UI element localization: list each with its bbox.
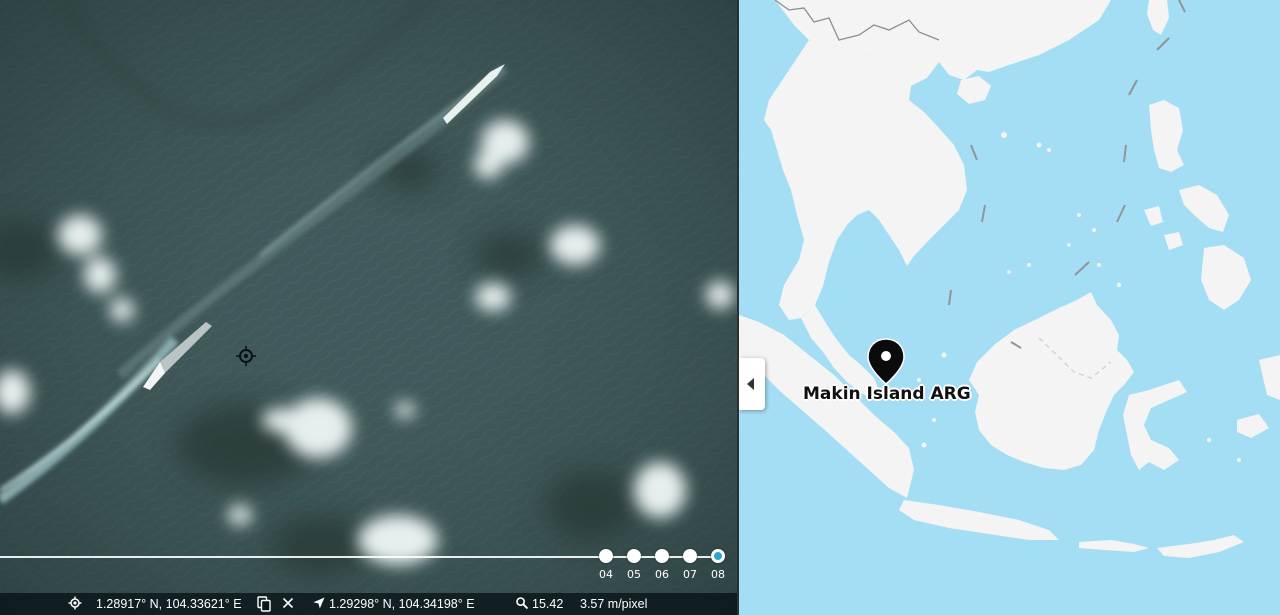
timeline-dot-active[interactable] bbox=[711, 549, 725, 563]
timeline-date-label: 08 bbox=[711, 568, 725, 581]
location-target-icon bbox=[68, 596, 82, 610]
map-pin-icon[interactable] bbox=[866, 337, 906, 387]
satellite-view[interactable]: 04 05 06 07 08 1.28917° N, 104.33621° E bbox=[0, 0, 737, 615]
timeline-dot[interactable] bbox=[683, 549, 697, 563]
zoom-magnifier-icon bbox=[515, 596, 529, 610]
southeast-asia-map[interactable] bbox=[739, 0, 1280, 615]
navigation-arrow-icon bbox=[312, 596, 326, 610]
timeline-date-08[interactable]: 08 bbox=[706, 548, 730, 586]
copy-icon[interactable] bbox=[257, 596, 271, 612]
chevron-left-icon bbox=[747, 378, 754, 390]
timeline-date-label: 05 bbox=[627, 568, 641, 581]
timeline-date-04[interactable]: 04 bbox=[594, 548, 618, 586]
timeline-dot[interactable] bbox=[655, 549, 669, 563]
close-icon[interactable] bbox=[281, 596, 295, 610]
marker-label[interactable]: Makin Island ARG bbox=[803, 384, 971, 404]
status-bar: 1.28917° N, 104.33621° E 1.29298° N, 104… bbox=[0, 593, 737, 615]
map-resolution: 3.57 m/pixel bbox=[580, 597, 648, 611]
timeline-date-label: 07 bbox=[683, 568, 697, 581]
date-timeline[interactable]: 04 05 06 07 08 bbox=[0, 545, 737, 587]
timeline-date-07[interactable]: 07 bbox=[678, 548, 702, 586]
timeline-date-06[interactable]: 06 bbox=[650, 548, 674, 586]
collapse-panel-button[interactable] bbox=[739, 358, 765, 410]
target-coordinates: 1.29298° N, 104.34198° E bbox=[329, 597, 475, 611]
satellite-image[interactable] bbox=[0, 0, 737, 615]
zoom-level: 15.42 bbox=[532, 597, 564, 611]
timeline-date-05[interactable]: 05 bbox=[622, 548, 646, 586]
timeline-date-label: 04 bbox=[599, 568, 613, 581]
overview-map[interactable]: Makin Island ARG bbox=[739, 0, 1280, 615]
timeline-date-label: 06 bbox=[655, 568, 669, 581]
timeline-dot[interactable] bbox=[599, 549, 613, 563]
timeline-dot[interactable] bbox=[627, 549, 641, 563]
cursor-coordinates: 1.28917° N, 104.33621° E bbox=[96, 597, 242, 611]
